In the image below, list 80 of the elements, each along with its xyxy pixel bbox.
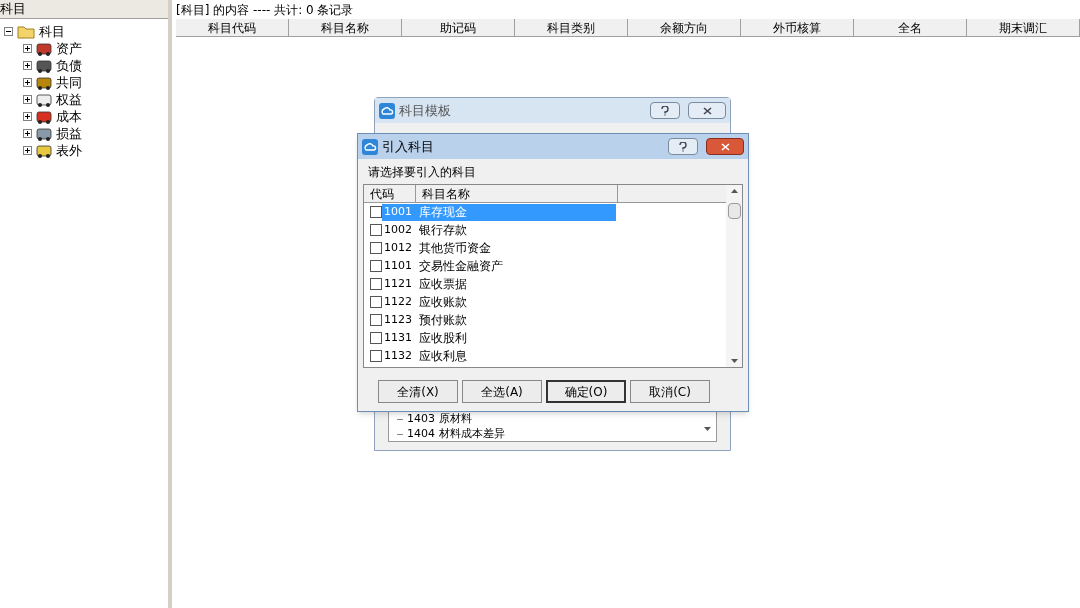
list-row[interactable]: 1132 应收利息 bbox=[382, 347, 616, 365]
column-header[interactable]: 余额方向 bbox=[628, 19, 741, 37]
dialog-button[interactable]: 确定(O) bbox=[546, 380, 626, 403]
account-name: 预付账款 bbox=[419, 312, 467, 329]
column-header[interactable]: 科目类别 bbox=[515, 19, 628, 37]
list-row[interactable]: 1101 交易性金融资产 bbox=[382, 257, 616, 275]
account-code: 1001 bbox=[383, 203, 413, 220]
account-code: 1131 bbox=[383, 329, 413, 346]
dialog-button[interactable]: 取消(C) bbox=[630, 380, 710, 403]
cloud-icon bbox=[362, 138, 378, 155]
prompt-label: 请选择要引入的科目 bbox=[368, 163, 476, 181]
list-row[interactable]: 1131 应收股利 bbox=[382, 329, 616, 347]
account-name: 其他货币资金 bbox=[419, 240, 491, 257]
account-name: 交易性金融资产 bbox=[419, 258, 503, 275]
account-code: 1123 bbox=[383, 311, 413, 328]
column-header[interactable]: 全名 bbox=[854, 19, 967, 37]
pane-title: 科目 bbox=[0, 0, 26, 19]
list-row[interactable]: 1012 其他货币资金 bbox=[382, 239, 616, 257]
list-row[interactable]: 1122 应收账款 bbox=[382, 293, 616, 311]
checkbox[interactable] bbox=[370, 278, 382, 290]
account-name: 应收利息 bbox=[419, 348, 467, 365]
help-icon bbox=[661, 105, 669, 116]
scroll-thumb[interactable] bbox=[727, 203, 741, 219]
help-button[interactable] bbox=[668, 138, 698, 155]
checkbox[interactable] bbox=[370, 242, 382, 254]
column-header[interactable]: 期末调汇 bbox=[967, 19, 1080, 37]
column-header[interactable]: 代码 bbox=[364, 185, 416, 203]
cloud-icon bbox=[379, 102, 395, 119]
expand-toggle[interactable] bbox=[23, 95, 32, 104]
scrollbar[interactable] bbox=[726, 185, 742, 367]
expand-toggle[interactable] bbox=[23, 112, 32, 121]
checkbox[interactable] bbox=[370, 332, 382, 344]
column-header[interactable]: 科目名称 bbox=[416, 185, 618, 203]
checkbox[interactable] bbox=[370, 260, 382, 272]
expand-toggle[interactable] bbox=[23, 61, 32, 70]
record-caption: [科目] 的内容 ---- 共计: 0 条记录 bbox=[176, 1, 354, 19]
close-button[interactable] bbox=[706, 138, 744, 155]
account-name: 应收股利 bbox=[419, 330, 467, 347]
close-icon bbox=[702, 106, 712, 115]
checkbox[interactable] bbox=[370, 350, 382, 362]
folder-icon bbox=[17, 24, 35, 39]
column-header[interactable]: 外币核算 bbox=[741, 19, 854, 37]
help-button[interactable] bbox=[650, 102, 680, 119]
checkbox[interactable] bbox=[370, 206, 382, 218]
expand-toggle[interactable] bbox=[23, 129, 32, 138]
account-name: 应收票据 bbox=[419, 276, 467, 293]
column-header[interactable]: 科目名称 bbox=[289, 19, 402, 37]
account-name: 应收账款 bbox=[419, 294, 467, 311]
checkbox[interactable] bbox=[370, 296, 382, 308]
account-code: 1002 bbox=[383, 221, 413, 238]
scroll-down-icon[interactable] bbox=[730, 359, 738, 363]
collapse-toggle[interactable] bbox=[4, 27, 13, 36]
checkbox[interactable] bbox=[370, 314, 382, 326]
account-code: 1122 bbox=[383, 293, 413, 310]
account-code: 1101 bbox=[383, 257, 413, 274]
account-name: 库存现金 bbox=[419, 204, 467, 221]
help-icon bbox=[679, 141, 687, 152]
column-header[interactable]: 助记码 bbox=[402, 19, 515, 37]
expand-toggle[interactable] bbox=[23, 78, 32, 87]
checkbox[interactable] bbox=[370, 224, 382, 236]
scroll-up-icon[interactable] bbox=[730, 189, 738, 193]
dialog-button[interactable]: 全清(X) bbox=[378, 380, 458, 403]
close-button[interactable] bbox=[688, 102, 726, 119]
scroll-down-icon[interactable] bbox=[704, 427, 711, 431]
account-code: 1121 bbox=[383, 275, 413, 292]
tree-item[interactable]: 1403 原材料 bbox=[407, 411, 472, 428]
list-row[interactable]: 1121 应收票据 bbox=[382, 275, 616, 293]
account-code: 1132 bbox=[383, 347, 413, 364]
dialog-button[interactable]: 全选(A) bbox=[462, 380, 542, 403]
account-code: 1012 bbox=[383, 239, 413, 256]
column-header[interactable]: 科目代码 bbox=[176, 19, 289, 37]
expand-toggle[interactable] bbox=[23, 44, 32, 53]
expand-toggle[interactable] bbox=[23, 146, 32, 155]
tree-item[interactable]: 1404 材料成本差异 bbox=[407, 426, 505, 443]
dialog-title: 科目模板 bbox=[399, 101, 452, 120]
dialog-title: 引入科目 bbox=[382, 137, 435, 156]
close-icon bbox=[720, 142, 730, 151]
account-name: 银行存款 bbox=[419, 222, 467, 239]
list-row[interactable]: 1123 预付账款 bbox=[382, 311, 616, 329]
list-row[interactable]: 1002 银行存款 bbox=[382, 221, 616, 239]
